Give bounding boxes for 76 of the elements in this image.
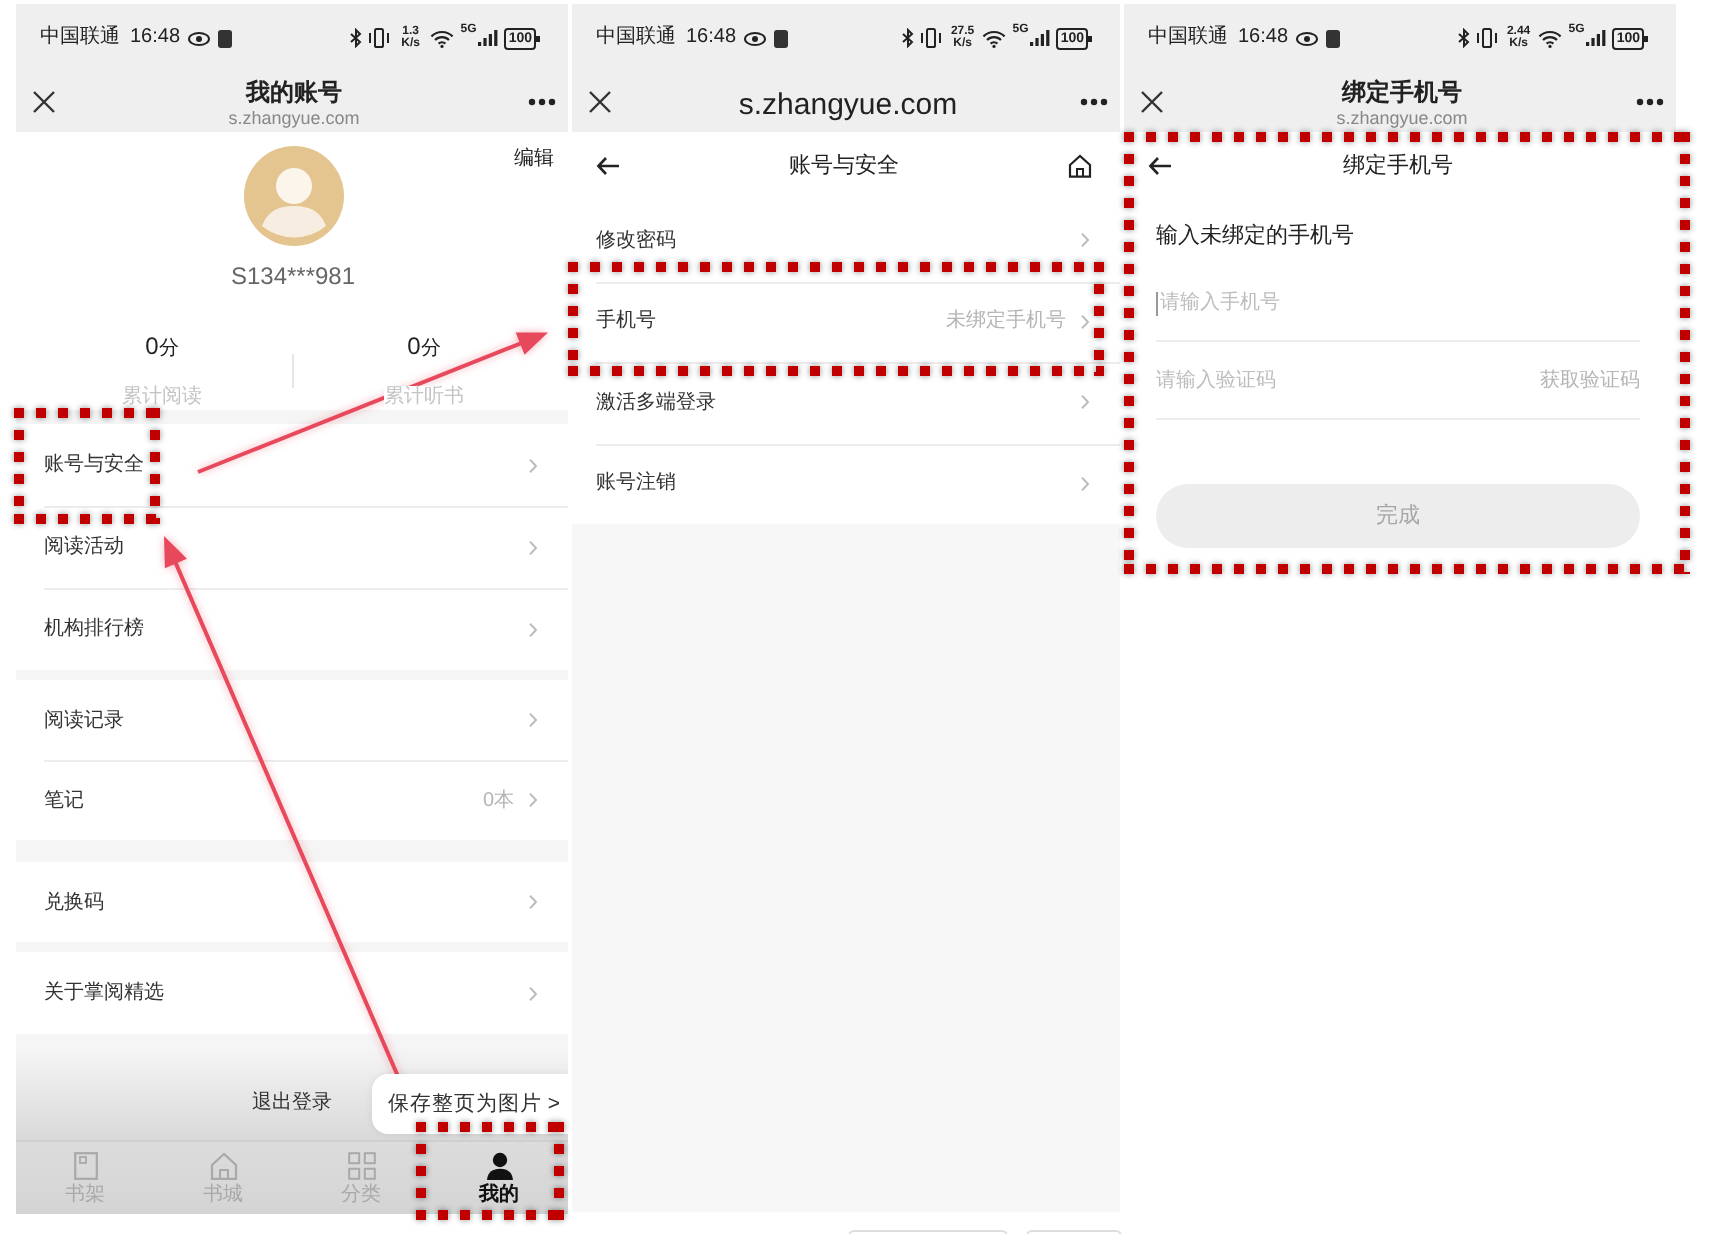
chevron-icon [1080, 313, 1090, 330]
signal-icon [1030, 30, 1051, 46]
page-title: 绑定手机号 [1339, 75, 1464, 107]
code-input[interactable]: 请输入验证码 [1156, 365, 1540, 395]
edit-link[interactable]: 编辑 [514, 146, 554, 174]
section-title: 账号与安全 [787, 152, 901, 180]
wifi-icon [430, 29, 455, 47]
chevron-icon [528, 712, 538, 728]
chevron-icon [1080, 475, 1090, 492]
menu-item[interactable]: 阅读活动 [16, 506, 568, 588]
bluetooth-icon [1458, 28, 1471, 48]
menu-value: 0本 [482, 787, 514, 815]
more-icon[interactable] [1636, 98, 1664, 106]
bluetooth-icon [350, 28, 363, 48]
wifi-icon [982, 29, 1007, 47]
menu-item[interactable]: 账号与安全 [16, 424, 568, 506]
stat-label: 累计阅读 [122, 386, 202, 408]
carrier-name: 中国联通 [1148, 28, 1228, 48]
square-icon [218, 29, 233, 47]
status-time: 16:48 [1238, 28, 1289, 48]
chevron-icon [528, 985, 538, 1001]
person-icon [485, 1152, 513, 1180]
eye-icon [188, 31, 211, 45]
status-time: 16:48 [686, 28, 737, 48]
back-arrow-icon[interactable] [1148, 156, 1172, 176]
chevron-icon [1080, 394, 1090, 411]
chevron-icon [528, 621, 538, 637]
menu-item[interactable]: 关于掌阅精选 [16, 952, 568, 1034]
house-icon [209, 1152, 237, 1180]
carrier-name: 中国联通 [40, 28, 120, 48]
wifi-icon [1538, 29, 1563, 47]
chevron-icon [528, 457, 538, 473]
vibrate-icon [368, 28, 391, 48]
back-arrow-icon[interactable] [596, 156, 620, 176]
section-title: 绑定手机号 [1341, 152, 1455, 180]
form-heading: 输入未绑定的手机号 [1156, 221, 1356, 252]
chevron-icon [528, 894, 538, 910]
save-image-button[interactable]: 保存整页为图片 > [371, 1074, 568, 1134]
menu-item[interactable]: 兑换码 [16, 862, 568, 942]
square-icon [774, 29, 789, 47]
menu-item[interactable]: 阅读记录 [16, 680, 568, 760]
square-icon [1326, 29, 1341, 47]
page-url: s.zhangyue.com [226, 107, 362, 129]
page-url: s.zhangyue.com [736, 88, 960, 124]
eye-icon [744, 31, 767, 45]
signal-icon [1586, 30, 1607, 46]
vibrate-icon [1476, 28, 1499, 48]
close-icon[interactable] [1140, 90, 1164, 114]
stat-value: 0分 [145, 330, 179, 364]
page-title: 我的账号 [243, 75, 344, 107]
username: S134***981 [228, 260, 358, 292]
avatar-icon [243, 146, 343, 246]
more-icon[interactable] [528, 98, 556, 106]
menu-item[interactable]: 笔记 0本 [16, 760, 568, 840]
signal-icon [478, 30, 499, 46]
stat-label: 累计听书 [384, 386, 464, 408]
home-icon[interactable] [1068, 154, 1092, 178]
tab-item[interactable]: 我的 [430, 1142, 568, 1214]
close-icon[interactable] [588, 90, 612, 114]
phone-input[interactable]: 请输入手机号 [1160, 288, 1640, 318]
eye-icon [1296, 31, 1319, 45]
vibrate-icon [920, 28, 943, 48]
row-value: 未绑定手机号 [946, 307, 1066, 337]
book-icon [73, 1152, 97, 1180]
chevron-icon [528, 792, 538, 808]
stat-value: 0分 [407, 330, 441, 364]
chevron-icon [528, 539, 538, 555]
more-icon[interactable] [1080, 98, 1108, 106]
page-url: s.zhangyue.com [1334, 107, 1470, 129]
menu-item[interactable]: 机构排行榜 [16, 588, 568, 670]
bluetooth-icon [902, 28, 915, 48]
grid-icon [347, 1152, 375, 1180]
close-icon[interactable] [32, 90, 56, 114]
status-time: 16:48 [130, 28, 181, 48]
carrier-name: 中国联通 [596, 28, 676, 48]
chevron-icon [1080, 232, 1090, 249]
